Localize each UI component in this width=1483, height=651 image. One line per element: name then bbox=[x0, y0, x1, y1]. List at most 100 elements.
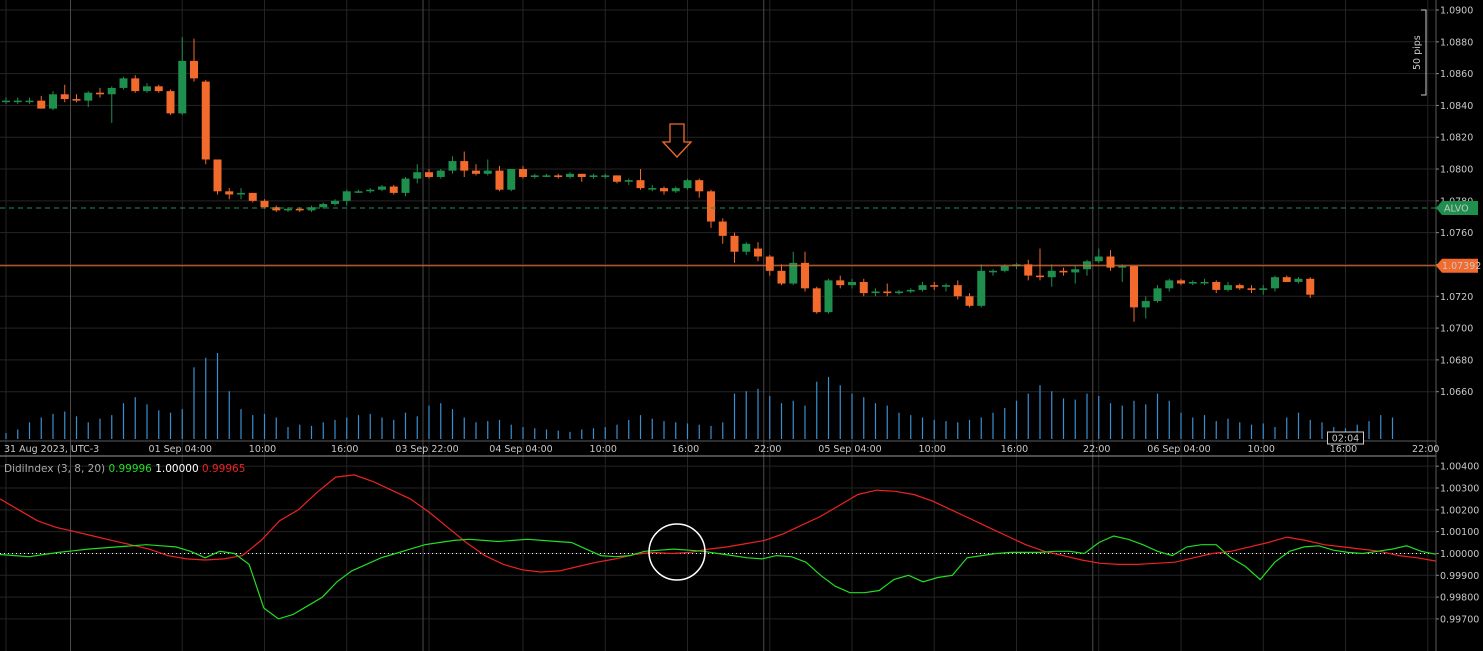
time-tick-label: 06 Sep 04:00 bbox=[1147, 444, 1210, 455]
candle-body bbox=[237, 192, 245, 195]
current-price-tag-label: 1.07392 bbox=[1442, 261, 1481, 272]
time-tick-label: 05 Sep 04:00 bbox=[818, 444, 881, 455]
candle-body bbox=[495, 170, 504, 190]
candle-body bbox=[248, 192, 257, 201]
price-tick-label: 1.0800 bbox=[1440, 165, 1473, 176]
price-tick-label: 1.0680 bbox=[1440, 355, 1473, 366]
candle-body bbox=[1282, 277, 1291, 282]
candle-body bbox=[660, 188, 668, 192]
candle-body bbox=[636, 180, 645, 189]
ind-tick-label: 1.00100 bbox=[1440, 527, 1479, 538]
candle-body bbox=[25, 100, 34, 103]
candle-body bbox=[378, 186, 386, 190]
candle-body bbox=[742, 243, 751, 252]
candle-body bbox=[1294, 278, 1303, 282]
candle-body bbox=[918, 285, 927, 290]
candle-body bbox=[1153, 288, 1162, 302]
candle-body bbox=[613, 175, 621, 182]
candle-body bbox=[836, 280, 845, 286]
candle-body bbox=[143, 86, 151, 92]
candle-body bbox=[577, 173, 586, 177]
candle-body bbox=[131, 78, 140, 92]
candle-body bbox=[507, 169, 516, 190]
candle-body bbox=[554, 175, 563, 177]
candle-body bbox=[1306, 278, 1315, 295]
candle-body bbox=[624, 180, 633, 182]
time-tick-label: 10:00 bbox=[919, 444, 946, 455]
candle-body bbox=[295, 208, 304, 211]
price-tick-label: 1.0900 bbox=[1440, 6, 1473, 17]
candle-body bbox=[953, 285, 962, 297]
candle-body bbox=[824, 280, 833, 313]
candle-body bbox=[989, 270, 997, 273]
candle-body bbox=[930, 285, 939, 287]
candle-body bbox=[718, 221, 727, 236]
candle-body bbox=[331, 200, 339, 205]
candle-body bbox=[1130, 266, 1138, 308]
candle-body bbox=[859, 281, 868, 294]
candle-body bbox=[213, 159, 222, 192]
candle-body bbox=[319, 204, 328, 208]
candle-body bbox=[1271, 277, 1279, 289]
target-tag-label: ALVO bbox=[1444, 204, 1469, 215]
candle-body bbox=[436, 170, 445, 177]
time-tick-label: 04 Sep 04:00 bbox=[489, 444, 552, 455]
price-tick-label: 1.0720 bbox=[1440, 292, 1473, 303]
price-tick-label: 1.0860 bbox=[1440, 69, 1473, 80]
candle-body bbox=[683, 180, 692, 189]
price-tick-label: 1.0820 bbox=[1440, 133, 1473, 144]
candle-body bbox=[72, 99, 81, 101]
candle-body bbox=[154, 86, 163, 92]
time-tick-label: 10:00 bbox=[1248, 444, 1275, 455]
candle-body bbox=[601, 175, 610, 177]
candle-body bbox=[1141, 301, 1150, 308]
candle-body bbox=[542, 175, 551, 177]
candle-body bbox=[1047, 270, 1056, 278]
ind-tick-label: 0.99800 bbox=[1440, 593, 1479, 604]
candle-body bbox=[119, 78, 128, 88]
candle-body bbox=[60, 94, 69, 100]
time-tick-label: 03 Sep 22:00 bbox=[395, 444, 458, 455]
candle-body bbox=[1036, 275, 1044, 278]
candle-body bbox=[1094, 256, 1103, 262]
candle-body bbox=[648, 188, 657, 190]
candle-body bbox=[895, 291, 903, 294]
candle-body bbox=[977, 270, 986, 306]
candle-body bbox=[777, 270, 786, 284]
candle-body bbox=[1000, 266, 1009, 271]
price-tick-label: 1.0760 bbox=[1440, 228, 1473, 239]
time-tick-label: 10:00 bbox=[249, 444, 276, 455]
indicator-name: DidiIndex (3, 8, 20) bbox=[4, 463, 108, 475]
candle-body bbox=[190, 60, 198, 79]
candle-body bbox=[178, 60, 187, 114]
range-bracket-label: 50 pips bbox=[1412, 35, 1423, 70]
candle-body bbox=[871, 291, 880, 294]
time-tick-label: 22:00 bbox=[754, 444, 781, 455]
trading-chart[interactable]: 50 pips DidiIndex (3, 8, 20) 0.99996 1.0… bbox=[0, 0, 1483, 651]
candle-body bbox=[942, 285, 950, 287]
candle-body bbox=[84, 92, 93, 101]
candle-body bbox=[201, 81, 210, 160]
candle-body bbox=[1118, 266, 1127, 268]
candle-body bbox=[906, 289, 915, 292]
candle-body bbox=[460, 161, 469, 171]
candle-body bbox=[472, 170, 480, 174]
candle-body bbox=[1224, 285, 1232, 290]
candle-body bbox=[1059, 270, 1068, 273]
candle-body bbox=[1200, 281, 1209, 284]
candle-body bbox=[448, 161, 457, 171]
candle-body bbox=[530, 175, 539, 177]
time-tick-label: 22:00 bbox=[1412, 444, 1439, 455]
ind-tick-label: 1.00000 bbox=[1440, 549, 1479, 560]
candle-body bbox=[1247, 288, 1256, 290]
time-tick-label: 10:00 bbox=[590, 444, 617, 455]
candle-body bbox=[342, 191, 351, 201]
candle-body bbox=[754, 248, 762, 257]
candle-body bbox=[812, 288, 821, 313]
candle-body bbox=[1165, 280, 1174, 289]
indicator-legend: DidiIndex (3, 8, 20) 0.99996 1.00000 0.9… bbox=[4, 463, 245, 475]
candle-body bbox=[1212, 281, 1221, 290]
candle-body bbox=[2, 100, 10, 103]
time-tick-label: 16:00 bbox=[1001, 444, 1028, 455]
time-tick-label: 01 Sep 04:00 bbox=[149, 444, 212, 455]
